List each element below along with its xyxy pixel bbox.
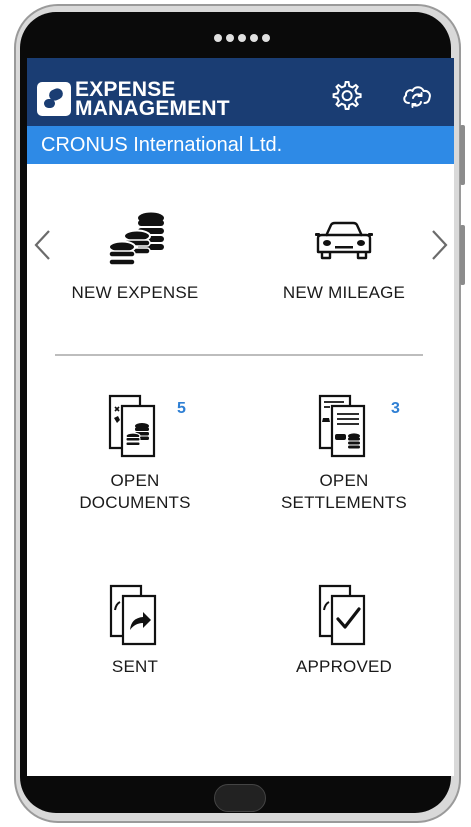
sent-button[interactable]: SENT <box>55 582 215 682</box>
documents-icon <box>108 394 156 458</box>
phone-side-button <box>460 125 465 185</box>
open-documents-label-line2: DOCUMENTS <box>79 493 191 512</box>
home-button[interactable] <box>214 784 266 812</box>
open-documents-button[interactable]: 5 OPEN DOCUMENTS <box>55 392 215 516</box>
logo-mark-icon <box>37 82 71 116</box>
new-expense-button[interactable]: NEW EXPENSE <box>55 210 215 310</box>
phone-speaker <box>214 33 270 43</box>
open-settlements-label: OPEN SETTLEMENTS <box>264 470 424 514</box>
cloud-sync-icon[interactable] <box>400 78 434 112</box>
coins-icon <box>108 212 164 266</box>
settlements-count-badge: 3 <box>391 400 400 417</box>
app-screen: EXPENSE MANAGEMENT CRONUS International … <box>27 58 454 776</box>
company-bar[interactable]: CRONUS International Ltd. <box>27 126 454 164</box>
new-mileage-button[interactable]: NEW MILEAGE <box>264 210 424 310</box>
open-settlements-label-line2: SETTLEMENTS <box>281 493 407 512</box>
chevron-right-icon[interactable] <box>427 228 451 262</box>
gear-icon[interactable] <box>329 78 363 112</box>
open-documents-label: OPEN DOCUMENTS <box>55 470 215 514</box>
open-settlements-button[interactable]: 3 OPEN SETTLEMENTS <box>264 392 424 516</box>
new-mileage-label: NEW MILEAGE <box>282 283 406 302</box>
logo-line-2: MANAGEMENT <box>75 97 230 120</box>
chevron-left-icon[interactable] <box>31 228 55 262</box>
documents-count-badge: 5 <box>177 400 186 417</box>
phone-side-button <box>460 225 465 285</box>
approved-icon <box>318 584 366 646</box>
settlements-icon <box>318 394 366 458</box>
sent-icon <box>109 584 157 646</box>
car-icon <box>315 221 373 260</box>
sent-label: SENT <box>111 657 159 676</box>
approved-label: APPROVED <box>295 657 393 676</box>
open-settlements-label-line1: OPEN <box>319 471 369 490</box>
app-header: EXPENSE MANAGEMENT <box>27 58 454 126</box>
company-name: CRONUS International Ltd. <box>41 134 283 156</box>
section-divider <box>55 354 423 356</box>
app-logo: EXPENSE MANAGEMENT <box>37 79 230 120</box>
open-documents-label-line1: OPEN <box>110 471 160 490</box>
new-expense-label: NEW EXPENSE <box>71 283 199 302</box>
approved-button[interactable]: APPROVED <box>264 582 424 682</box>
